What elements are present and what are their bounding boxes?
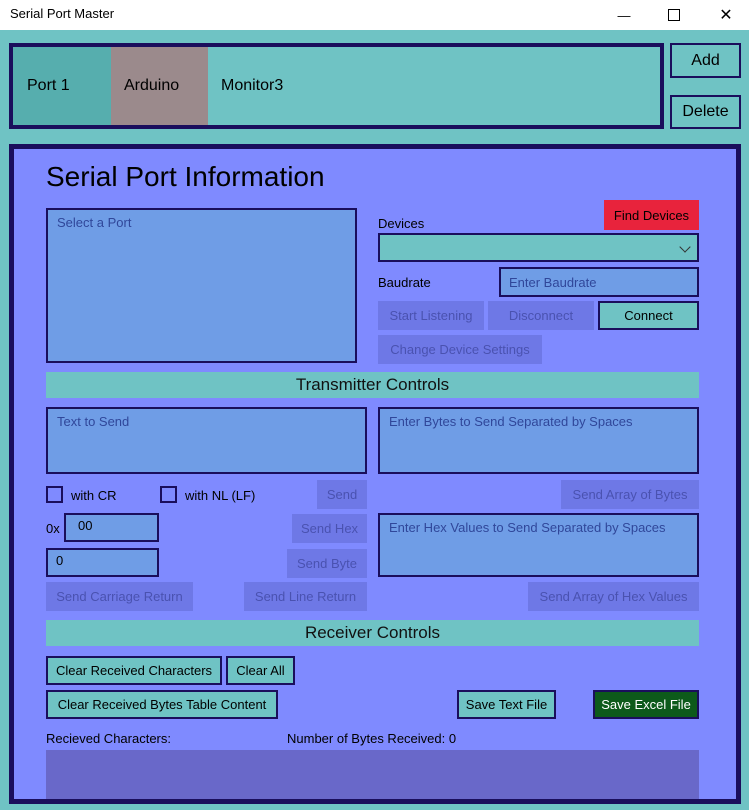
send-button[interactable]: Send bbox=[317, 480, 367, 509]
receiver-header: Receiver Controls bbox=[46, 620, 699, 646]
start-listening-button[interactable]: Start Listening bbox=[378, 301, 484, 330]
close-button[interactable]: ✕ bbox=[703, 0, 749, 30]
hex-prefix-label: 0x bbox=[46, 521, 60, 536]
change-device-settings-button[interactable]: Change Device Settings bbox=[378, 335, 542, 364]
baudrate-label: Baudrate bbox=[378, 275, 431, 290]
with-nl-label: with NL (LF) bbox=[185, 488, 256, 503]
page-title: Serial Port Information bbox=[46, 161, 325, 192]
devices-label: Devices bbox=[378, 216, 425, 231]
clear-all-button[interactable]: Clear All bbox=[226, 656, 295, 685]
title-bar: Serial Port Master — ✕ bbox=[0, 0, 749, 30]
send-array-of-hex-button[interactable]: Send Array of Hex Values bbox=[528, 582, 699, 611]
with-cr-checkbox[interactable] bbox=[46, 486, 63, 503]
baudrate-input[interactable]: Enter Baudrate bbox=[499, 267, 699, 297]
hex-values-input[interactable]: Enter Hex Values to Send Separated by Sp… bbox=[378, 513, 699, 577]
bytes-received-count: Number of Bytes Received: 0 bbox=[287, 731, 457, 746]
maximize-icon bbox=[668, 9, 680, 21]
chevron-down-icon bbox=[679, 241, 691, 253]
save-text-file-button[interactable]: Save Text File bbox=[457, 690, 556, 719]
tab-arduino[interactable]: Arduino bbox=[111, 47, 208, 125]
port-tab-strip: Port 1 Arduino Monitor3 bbox=[9, 43, 664, 129]
received-characters-box[interactable] bbox=[46, 750, 699, 799]
send-hex-button[interactable]: Send Hex bbox=[292, 514, 367, 543]
transmitter-header: Transmitter Controls bbox=[46, 372, 699, 398]
clear-bytes-table-button[interactable]: Clear Received Bytes Table Content bbox=[46, 690, 278, 719]
with-nl-checkbox[interactable] bbox=[160, 486, 177, 503]
find-devices-button[interactable]: Find Devices bbox=[604, 200, 699, 230]
clear-received-characters-button[interactable]: Clear Received Characters bbox=[46, 656, 222, 685]
devices-select[interactable] bbox=[378, 233, 699, 262]
hex-input[interactable]: 00 bbox=[64, 513, 159, 542]
with-cr-label: with CR bbox=[71, 488, 117, 503]
send-array-of-bytes-button[interactable]: Send Array of Bytes bbox=[561, 480, 699, 509]
minimize-button[interactable]: — bbox=[601, 0, 647, 30]
send-line-return-button[interactable]: Send Line Return bbox=[244, 582, 367, 611]
port-list[interactable]: Select a Port bbox=[46, 208, 357, 363]
close-icon: ✕ bbox=[719, 7, 733, 24]
serial-port-panel: Serial Port Information Select a Port De… bbox=[9, 144, 741, 804]
window-title: Serial Port Master bbox=[10, 6, 115, 21]
connect-button[interactable]: Connect bbox=[598, 301, 699, 330]
tab-label: Arduino bbox=[124, 77, 180, 94]
disconnect-button[interactable]: Disconnect bbox=[488, 301, 594, 330]
tab-label: Port 1 bbox=[27, 77, 70, 94]
send-carriage-return-button[interactable]: Send Carriage Return bbox=[46, 582, 193, 611]
tab-port-1[interactable]: Port 1 bbox=[13, 47, 111, 125]
received-characters-label: Recieved Characters: bbox=[46, 731, 171, 746]
bytes-to-send-input[interactable]: Enter Bytes to Send Separated by Spaces bbox=[378, 407, 699, 474]
minimize-icon: — bbox=[617, 7, 631, 23]
byte-input[interactable]: 0 bbox=[46, 548, 159, 577]
tab-monitor3[interactable]: Monitor3 bbox=[208, 47, 318, 125]
tab-label: Monitor3 bbox=[221, 77, 284, 94]
send-byte-button[interactable]: Send Byte bbox=[287, 549, 367, 578]
save-excel-file-button[interactable]: Save Excel File bbox=[593, 690, 699, 719]
maximize-button[interactable] bbox=[651, 0, 697, 30]
text-to-send-input[interactable]: Text to Send bbox=[46, 407, 367, 474]
add-button[interactable]: Add bbox=[670, 43, 741, 78]
delete-button[interactable]: Delete bbox=[670, 95, 741, 129]
